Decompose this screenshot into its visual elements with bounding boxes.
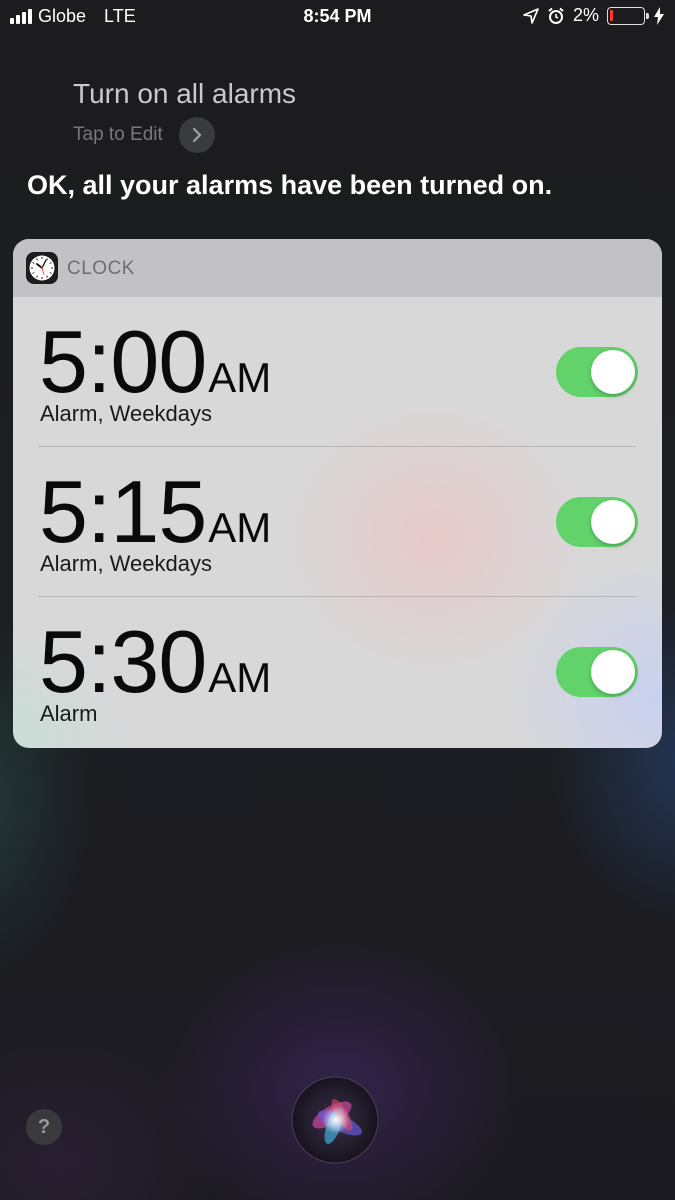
- alarm-label: Alarm, Weekdays: [40, 401, 212, 426]
- alarm-time: 5:15AM: [39, 461, 271, 563]
- status-bar: Globe LTE 8:54 PM 2%: [0, 0, 675, 34]
- siri-response-text: OK, all your alarms have been turned on.: [27, 170, 553, 200]
- alarm-time-value: 5:15: [39, 462, 207, 561]
- alarm-ampm: AM: [208, 504, 272, 551]
- toggle-knob: [591, 350, 635, 394]
- alarm-label: Alarm, Weekdays: [40, 551, 212, 576]
- toggle-knob: [591, 650, 635, 694]
- alarm-time: 5:30AM: [39, 611, 271, 713]
- app-name-label: CLOCK: [67, 258, 135, 279]
- alarm-toggle[interactable]: [556, 347, 638, 397]
- alarm-time: 5:00AM: [39, 311, 271, 413]
- alarm-ampm: AM: [208, 354, 272, 401]
- alarm-row[interactable]: 5:00AM Alarm, Weekdays: [13, 297, 662, 447]
- alarm-time-value: 5:30: [39, 612, 207, 711]
- alarm-row[interactable]: 5:15AM Alarm, Weekdays: [13, 447, 662, 597]
- siri-orb-icon[interactable]: [290, 1075, 380, 1165]
- toggle-knob: [591, 500, 635, 544]
- battery-percent: 2%: [572, 5, 599, 25]
- tap-to-edit-row[interactable]: Tap to Edit: [73, 117, 215, 153]
- help-button[interactable]: ?: [26, 1109, 62, 1145]
- status-right: 2%: [523, 5, 665, 26]
- battery-icon: [607, 6, 649, 25]
- alarm-row[interactable]: 5:30AM Alarm: [13, 597, 662, 747]
- alarm-ampm: AM: [208, 654, 272, 701]
- clock-app-icon: [26, 252, 58, 284]
- siri-query-text[interactable]: Turn on all alarms: [73, 78, 296, 110]
- alarm-label: Alarm: [40, 701, 98, 726]
- alarm-toggle[interactable]: [556, 497, 638, 547]
- clock-card[interactable]: CLOCK 5:00AM Alarm, Weekdays 5:15AM Alar…: [13, 239, 662, 748]
- alarm-clock-icon: [548, 7, 564, 24]
- alarm-time-value: 5:00: [39, 312, 207, 411]
- chevron-right-icon[interactable]: [178, 117, 215, 153]
- location-arrow-icon: [523, 7, 539, 24]
- tap-to-edit-label[interactable]: Tap to Edit: [73, 124, 163, 146]
- card-header: CLOCK: [13, 239, 662, 297]
- alarm-toggle[interactable]: [556, 647, 638, 697]
- charging-bolt-icon: [654, 6, 664, 25]
